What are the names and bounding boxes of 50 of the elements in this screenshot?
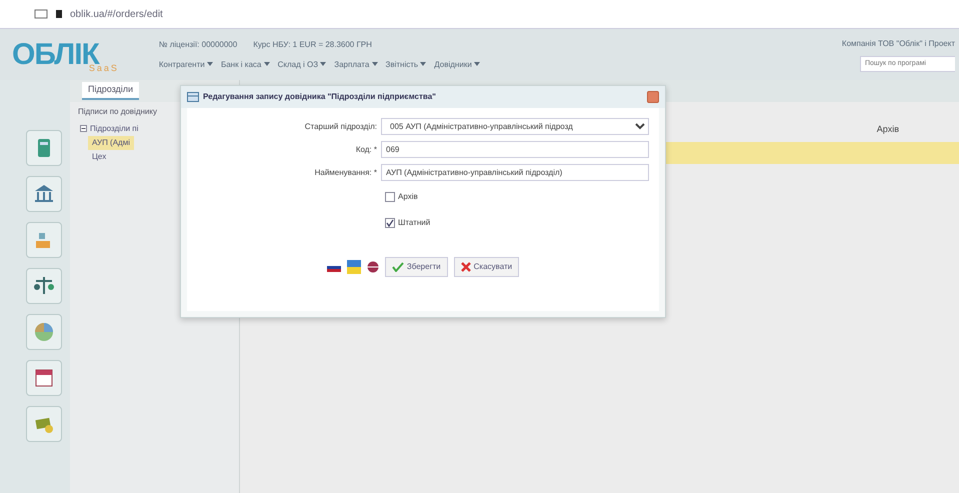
checkbox[interactable]	[385, 218, 395, 228]
menu-link[interactable]: Контрагенти	[158, 58, 213, 70]
address-text[interactable]: oblik.ua/#/orders/edit	[70, 6, 163, 22]
dialog-title: Редагування запису довідника "Підрозділи підприємства"	[203, 91, 436, 103]
tree-item[interactable]: АУП (Адмі	[88, 136, 134, 150]
caret-icon	[206, 62, 213, 66]
field-label: Найменування: *	[314, 166, 377, 178]
company-text: Компанія ТОВ "Облік" і Проект	[842, 38, 955, 50]
field-label: Код: *	[354, 144, 377, 156]
cancel-button[interactable]: Скасувати	[454, 257, 520, 277]
caret-icon	[474, 62, 480, 66]
tab[interactable]: Підрозділи	[82, 82, 140, 100]
rate-text: Курс НБУ: 1 EUR = 28.3600 ГРН	[253, 38, 372, 50]
menu-link[interactable]: Зарплата	[334, 58, 378, 70]
check-icon	[392, 262, 404, 272]
cross-icon	[460, 262, 471, 272]
sidebar-button[interactable]	[26, 130, 62, 166]
tree-item[interactable]: Цех	[88, 150, 110, 164]
column-header: Архів	[876, 122, 899, 136]
sidebar-button[interactable]	[26, 360, 62, 396]
menu-link[interactable]: Довідники	[434, 58, 480, 70]
close-button[interactable]	[647, 91, 659, 103]
select-field[interactable]: 005 АУП (Адміністративно-управлінський підрозд	[381, 118, 649, 135]
checkbox[interactable]	[385, 192, 395, 202]
collapse-icon[interactable]	[80, 125, 87, 132]
menu-link[interactable]: Звітність	[386, 58, 426, 70]
menu-link[interactable]: Банк і каса	[220, 58, 270, 70]
checkbox-label: Архів	[398, 191, 418, 203]
globe-icon[interactable]	[366, 261, 379, 273]
checkbox-label: Штатний	[398, 217, 430, 229]
menu-link[interactable]: Склад і ОЗ	[278, 58, 326, 70]
sidebar-button[interactable]	[26, 268, 62, 304]
caret-icon	[420, 62, 426, 66]
license-text: № ліцензії: 00000000	[158, 38, 238, 50]
page-icon	[34, 9, 48, 19]
save-button[interactable]: Зберегти	[384, 257, 448, 277]
lock-icon	[56, 10, 62, 18]
flag-icon[interactable]	[346, 260, 361, 274]
table-icon	[187, 92, 199, 102]
logo-subtitle: SaaS	[88, 62, 119, 75]
sidebar-button[interactable]	[26, 176, 62, 212]
caret-icon	[264, 62, 270, 66]
field-label: Старший підрозділ:	[304, 120, 377, 132]
tree-item[interactable]: Підрозділи пі	[76, 122, 142, 136]
caret-icon	[372, 62, 378, 66]
input-field[interactable]: 069	[381, 141, 649, 158]
input-field[interactable]: АУП (Адміністративно-управлінський підрозділ)	[381, 164, 649, 181]
tree-title: Підписи по довіднику	[77, 106, 158, 118]
sidebar-button[interactable]	[26, 406, 62, 442]
caret-icon	[320, 62, 326, 66]
